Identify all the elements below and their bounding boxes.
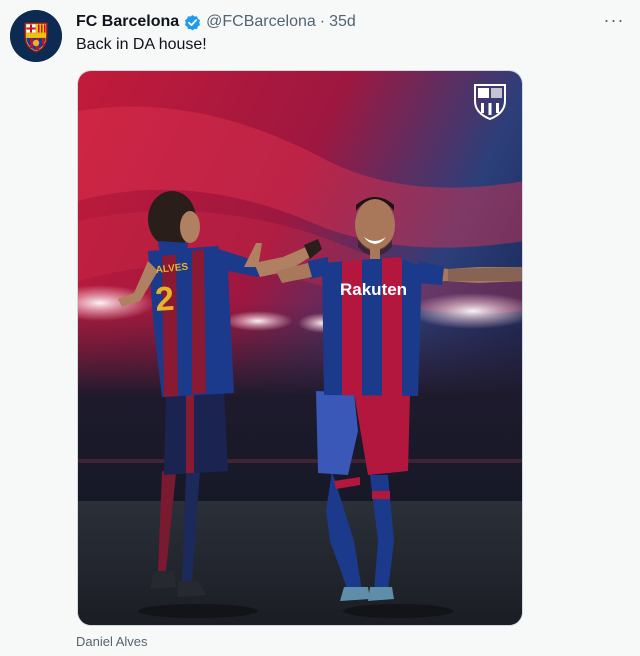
fc-barcelona-crest-icon [10, 10, 62, 62]
tweet: FC Barcelona @FCBarcelona · 35d ··· Back… [0, 0, 640, 656]
separator-dot: · [319, 13, 326, 30]
photo-icon: ALVES 2 Rakuten [78, 71, 522, 625]
timestamp[interactable]: 35d [329, 13, 356, 31]
jersey-sponsor-text: Rakuten [340, 280, 407, 299]
tweet-text: Back in DA house! [76, 36, 207, 53]
verified-badge-icon [183, 13, 202, 32]
tweet-header: FC Barcelona @FCBarcelona · 35d [76, 11, 356, 33]
user-handle[interactable]: @FCBarcelona [206, 13, 316, 31]
tweet-photo[interactable]: ALVES 2 Rakuten [77, 70, 523, 626]
more-options-label: ··· [603, 9, 625, 30]
display-name[interactable]: FC Barcelona [76, 13, 179, 31]
svg-text:2: 2 [154, 280, 176, 319]
more-options-icon[interactable]: ··· [602, 8, 626, 32]
avatar[interactable] [10, 10, 62, 62]
tagged-user[interactable]: Daniel Alves [76, 634, 148, 649]
